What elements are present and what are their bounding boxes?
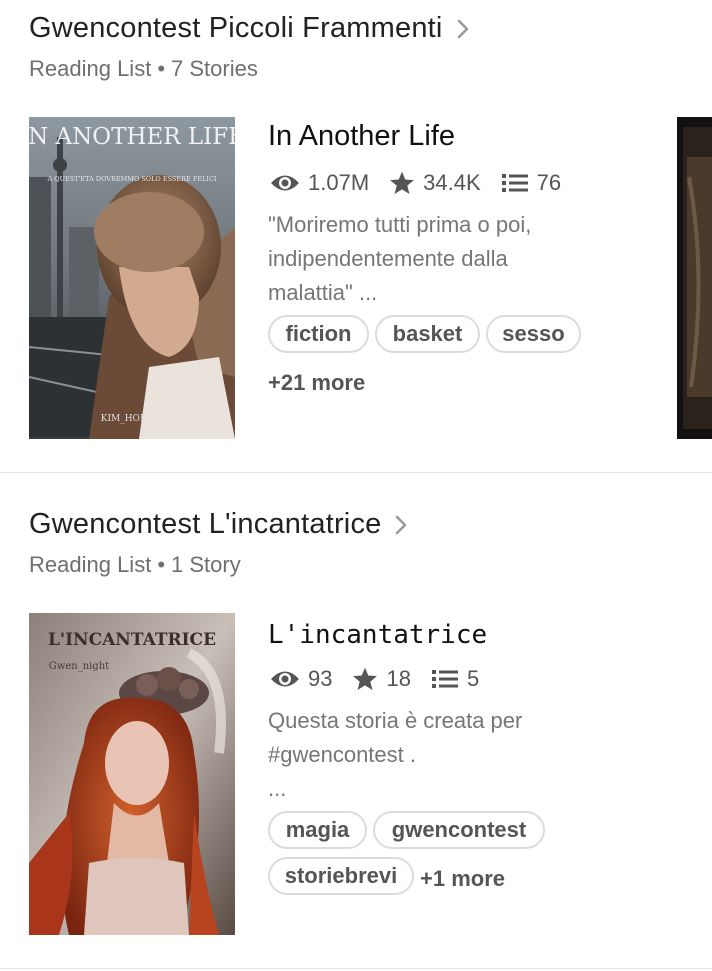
- parts-stat: 76: [501, 170, 561, 196]
- more-tags-link[interactable]: +21 more: [268, 370, 365, 396]
- reading-list-type: Reading List: [29, 552, 152, 577]
- chevron-right-icon: [396, 515, 407, 534]
- votes-count: 18: [386, 666, 411, 691]
- votes-count: 34.4K: [423, 170, 481, 195]
- story-stats: 93 18 5: [270, 666, 499, 692]
- reading-list-subtitle: Reading List • 7 Stories: [29, 56, 258, 81]
- reading-list-subtitle: Reading List • 1 Story: [29, 552, 241, 577]
- cover-title: L'INCANTATRICE: [48, 630, 216, 650]
- votes-stat: 18: [352, 666, 411, 692]
- next-story-cover-image: [677, 117, 712, 439]
- reading-list-count: 1 Story: [171, 552, 241, 577]
- list-icon: [501, 174, 528, 192]
- reads-stat: 1.07M: [270, 170, 369, 196]
- story-stats: 1.07M 34.4K 76: [270, 170, 581, 196]
- votes-stat: 34.4K: [389, 170, 481, 196]
- tag-chip[interactable]: gwencontest: [373, 811, 545, 849]
- cover-author: KIM_HOLLY: [101, 414, 159, 424]
- chevron-right-icon: [457, 19, 468, 38]
- cover-title: IN ANOTHER LIFE: [29, 124, 235, 150]
- cover-tagline: A QUEST'ETÀ DOVREMMO SOLO ESSERE FELICI: [47, 174, 217, 183]
- next-story-cover-peek[interactable]: [677, 117, 712, 439]
- story-title[interactable]: In Another Life: [268, 120, 455, 153]
- tag-chip[interactable]: fiction: [268, 315, 369, 353]
- reading-list-title: Gwencontest Piccoli Frammenti: [29, 12, 443, 44]
- tag-chip[interactable]: storiebrevi: [268, 857, 414, 895]
- story-description: Questa storia è creata per #gwencontest …: [268, 708, 523, 801]
- story-description: "Moriremo tutti prima o poi, indipendent…: [268, 212, 532, 305]
- story-title[interactable]: L'incantatrice: [268, 620, 487, 650]
- reads-stat: 93: [270, 666, 332, 692]
- tag-chip[interactable]: magia: [268, 811, 367, 849]
- story-cover[interactable]: L'INCANTATRICE Gwen_night: [29, 613, 235, 935]
- reading-list-header[interactable]: Gwencontest Piccoli Frammenti: [29, 12, 471, 45]
- star-icon: [390, 171, 415, 195]
- eye-icon: [271, 175, 299, 191]
- reading-list-count: 7 Stories: [171, 56, 258, 81]
- star-icon: [353, 667, 378, 691]
- reading-list-title: Gwencontest L'incantatrice: [29, 508, 382, 540]
- eye-icon: [271, 671, 299, 687]
- parts-count: 76: [536, 170, 562, 195]
- reading-list-section-1: Gwencontest Piccoli Frammenti Reading Li…: [0, 0, 712, 472]
- parts-count: 5: [466, 666, 480, 691]
- parts-stat: 5: [431, 666, 479, 692]
- reading-list-section-2: Gwencontest L'incantatrice Reading List •…: [0, 473, 712, 969]
- more-tags-link[interactable]: +1 more: [420, 866, 505, 892]
- story-cover[interactable]: IN ANOTHER LIFE A QUEST'ETÀ DOVREMMO SOL…: [29, 117, 235, 439]
- reads-count: 1.07M: [308, 170, 370, 195]
- story-cover-image: L'INCANTATRICE Gwen_night: [29, 613, 235, 935]
- tag-chip[interactable]: basket: [375, 315, 480, 353]
- reading-list-type: Reading List: [29, 56, 152, 81]
- reads-count: 93: [308, 666, 333, 691]
- section-divider: [0, 968, 712, 969]
- cover-author: Gwen_night: [49, 661, 109, 672]
- story-cover-image: IN ANOTHER LIFE A QUEST'ETÀ DOVREMMO SOL…: [29, 117, 235, 439]
- list-icon: [431, 670, 458, 688]
- tag-chip[interactable]: sesso: [486, 315, 581, 353]
- reading-list-header[interactable]: Gwencontest L'incantatrice: [29, 508, 409, 541]
